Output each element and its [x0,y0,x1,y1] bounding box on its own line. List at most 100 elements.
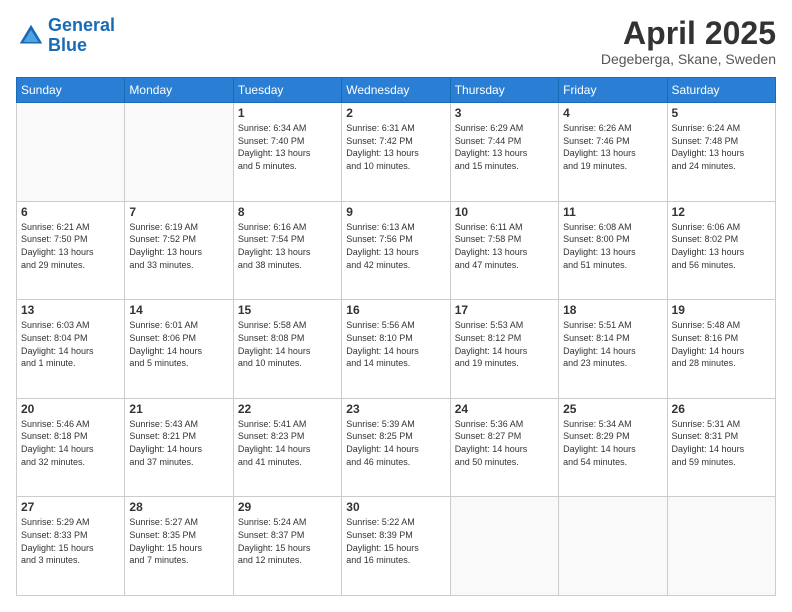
day-number: 23 [346,402,445,416]
calendar-day-cell: 2Sunrise: 6:31 AMSunset: 7:42 PMDaylight… [342,103,450,202]
calendar-week-row: 27 Sunrise: 5:29 AMSunset: 8:33 PMDayligh… [17,497,776,596]
day-number: 10 [455,205,554,219]
calendar-header-row: SundayMondayTuesdayWednesdayThursdayFrid… [17,78,776,103]
day-info: Sunrise: 6:16 AMSunset: 7:54 PMDaylight:… [238,221,337,271]
calendar-day-cell: 30Sunrise: 5:22 AMSunset: 8:39 PMDayligh… [342,497,450,596]
calendar-day-cell [559,497,667,596]
day-info: Sunrise: 6:34 AMSunset: 7:40 PMDaylight:… [238,122,337,172]
day-number: 1 [238,106,337,120]
header: General Blue April 2025 Degeberga, Skane… [16,16,776,67]
calendar-day-cell: 26 Sunrise: 5:31 AMSunset: 8:31 PMDayligh… [667,398,775,497]
location: Degeberga, Skane, Sweden [601,51,776,67]
day-number: 22 [238,402,337,416]
calendar-day-cell: 6 Sunrise: 6:21 AMSunset: 7:50 PMDaylight… [17,201,125,300]
day-info: Sunrise: 5:58 AMSunset: 8:08 PMDaylight:… [238,319,337,369]
day-info: Sunrise: 5:48 AMSunset: 8:16 PMDaylight:… [672,319,771,369]
calendar-day-cell: 8 Sunrise: 6:16 AMSunset: 7:54 PMDaylight… [233,201,341,300]
day-info: Sunrise: 5:22 AMSunset: 8:39 PMDaylight:… [346,516,445,566]
day-number: 4 [563,106,662,120]
logo: General Blue [16,16,115,56]
day-number: 25 [563,402,662,416]
logo-line1: General [48,15,115,35]
page: General Blue April 2025 Degeberga, Skane… [0,0,792,612]
day-info: Sunrise: 5:43 AMSunset: 8:21 PMDaylight:… [129,418,228,468]
weekday-header: Wednesday [342,78,450,103]
calendar-day-cell: 24Sunrise: 5:36 AMSunset: 8:27 PMDayligh… [450,398,558,497]
day-info: Sunrise: 6:03 AMSunset: 8:04 PMDaylight:… [21,319,120,369]
day-number: 15 [238,303,337,317]
day-number: 14 [129,303,228,317]
calendar-day-cell: 27 Sunrise: 5:29 AMSunset: 8:33 PMDayligh… [17,497,125,596]
calendar-week-row: 1 Sunrise: 6:34 AMSunset: 7:40 PMDaylight… [17,103,776,202]
day-info: Sunrise: 6:13 AMSunset: 7:56 PMDaylight:… [346,221,445,271]
day-number: 7 [129,205,228,219]
day-info: Sunrise: 5:34 AMSunset: 8:29 PMDaylight:… [563,418,662,468]
day-number: 24 [455,402,554,416]
calendar-day-cell: 16 Sunrise: 5:56 AMSunset: 8:10 PMDayligh… [342,300,450,399]
title-section: April 2025 Degeberga, Skane, Sweden [601,16,776,67]
logo-text: General Blue [48,16,115,56]
calendar-day-cell: 25 Sunrise: 5:34 AMSunset: 8:29 PMDayligh… [559,398,667,497]
day-number: 13 [21,303,120,317]
day-info: Sunrise: 5:29 AMSunset: 8:33 PMDaylight:… [21,516,120,566]
calendar-day-cell: 14 Sunrise: 6:01 AMSunset: 8:06 PMDayligh… [125,300,233,399]
day-info: Sunrise: 6:01 AMSunset: 8:06 PMDaylight:… [129,319,228,369]
day-info: Sunrise: 6:08 AMSunset: 8:00 PMDaylight:… [563,221,662,271]
calendar-week-row: 6 Sunrise: 6:21 AMSunset: 7:50 PMDaylight… [17,201,776,300]
day-info: Sunrise: 5:27 AMSunset: 8:35 PMDaylight:… [129,516,228,566]
calendar-day-cell: 3Sunrise: 6:29 AMSunset: 7:44 PMDaylight… [450,103,558,202]
day-info: Sunrise: 5:53 AMSunset: 8:12 PMDaylight:… [455,319,554,369]
day-info: Sunrise: 5:31 AMSunset: 8:31 PMDaylight:… [672,418,771,468]
day-info: Sunrise: 6:26 AMSunset: 7:46 PMDaylight:… [563,122,662,172]
calendar-day-cell: 20 Sunrise: 5:46 AMSunset: 8:18 PMDayligh… [17,398,125,497]
calendar-day-cell: 12 Sunrise: 6:06 AMSunset: 8:02 PMDayligh… [667,201,775,300]
day-info: Sunrise: 6:21 AMSunset: 7:50 PMDaylight:… [21,221,120,271]
day-number: 27 [21,500,120,514]
day-number: 16 [346,303,445,317]
calendar-week-row: 13 Sunrise: 6:03 AMSunset: 8:04 PMDayligh… [17,300,776,399]
calendar-day-cell: 11 Sunrise: 6:08 AMSunset: 8:00 PMDayligh… [559,201,667,300]
logo-icon [16,21,46,51]
calendar-day-cell: 18Sunrise: 5:51 AMSunset: 8:14 PMDayligh… [559,300,667,399]
day-number: 2 [346,106,445,120]
day-info: Sunrise: 6:06 AMSunset: 8:02 PMDaylight:… [672,221,771,271]
calendar-day-cell: 28 Sunrise: 5:27 AMSunset: 8:35 PMDayligh… [125,497,233,596]
day-number: 3 [455,106,554,120]
calendar-table: SundayMondayTuesdayWednesdayThursdayFrid… [16,77,776,596]
day-info: Sunrise: 6:24 AMSunset: 7:48 PMDaylight:… [672,122,771,172]
day-info: Sunrise: 5:56 AMSunset: 8:10 PMDaylight:… [346,319,445,369]
weekday-header: Sunday [17,78,125,103]
day-number: 20 [21,402,120,416]
calendar-day-cell [450,497,558,596]
day-info: Sunrise: 5:24 AMSunset: 8:37 PMDaylight:… [238,516,337,566]
day-number: 12 [672,205,771,219]
day-info: Sunrise: 6:19 AMSunset: 7:52 PMDaylight:… [129,221,228,271]
logo-line2: Blue [48,35,87,55]
day-number: 26 [672,402,771,416]
calendar-week-row: 20 Sunrise: 5:46 AMSunset: 8:18 PMDayligh… [17,398,776,497]
day-number: 18 [563,303,662,317]
day-info: Sunrise: 5:41 AMSunset: 8:23 PMDaylight:… [238,418,337,468]
weekday-header: Friday [559,78,667,103]
day-number: 11 [563,205,662,219]
day-number: 19 [672,303,771,317]
day-number: 8 [238,205,337,219]
calendar-day-cell: 23 Sunrise: 5:39 AMSunset: 8:25 PMDayligh… [342,398,450,497]
calendar-day-cell: 1 Sunrise: 6:34 AMSunset: 7:40 PMDaylight… [233,103,341,202]
calendar-day-cell: 19 Sunrise: 5:48 AMSunset: 8:16 PMDayligh… [667,300,775,399]
calendar-day-cell [125,103,233,202]
calendar-day-cell [17,103,125,202]
calendar-day-cell: 22 Sunrise: 5:41 AMSunset: 8:23 PMDayligh… [233,398,341,497]
day-number: 6 [21,205,120,219]
day-info: Sunrise: 6:11 AMSunset: 7:58 PMDaylight:… [455,221,554,271]
weekday-header: Tuesday [233,78,341,103]
calendar-day-cell: 10 Sunrise: 6:11 AMSunset: 7:58 PMDayligh… [450,201,558,300]
calendar-day-cell: 9Sunrise: 6:13 AMSunset: 7:56 PMDaylight… [342,201,450,300]
day-number: 28 [129,500,228,514]
day-info: Sunrise: 5:46 AMSunset: 8:18 PMDaylight:… [21,418,120,468]
day-info: Sunrise: 5:39 AMSunset: 8:25 PMDaylight:… [346,418,445,468]
calendar-day-cell [667,497,775,596]
day-number: 17 [455,303,554,317]
calendar-day-cell: 15 Sunrise: 5:58 AMSunset: 8:08 PMDayligh… [233,300,341,399]
day-number: 29 [238,500,337,514]
